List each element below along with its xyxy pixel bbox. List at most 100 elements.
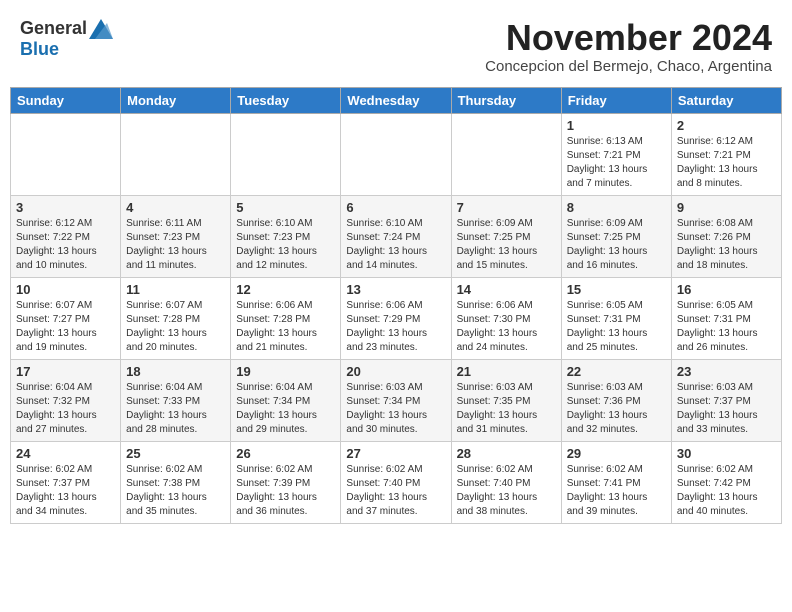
calendar-cell: 23 Sunrise: 6:03 AM Sunset: 7:37 PM Dayli…: [671, 359, 781, 441]
day-info: Sunrise: 6:05 AM Sunset: 7:31 PM Dayligh…: [567, 299, 666, 355]
calendar-cell: 7 Sunrise: 6:09 AM Sunset: 7:25 PM Daylig…: [451, 195, 561, 277]
day-number: 29: [567, 446, 666, 461]
calendar-cell: 10 Sunrise: 6:07 AM Sunset: 7:27 PM Dayli…: [11, 277, 121, 359]
day-info: Sunrise: 6:06 AM Sunset: 7:28 PM Dayligh…: [236, 299, 335, 355]
calendar-cell: 24Sunrise: 6:02 AM Sunset: 7:37 PM Dayli…: [11, 441, 121, 523]
calendar-cell: [341, 113, 451, 195]
calendar-cell: 17 Sunrise: 6:04 AM Sunset: 7:32 PM Dayli…: [11, 359, 121, 441]
calendar-cell: [451, 113, 561, 195]
day-number: 16: [677, 282, 776, 297]
day-number: 17: [16, 364, 115, 379]
calendar-cell: 14 Sunrise: 6:06 AM Sunset: 7:30 PM Dayli…: [451, 277, 561, 359]
day-number: 30: [677, 446, 776, 461]
day-info: Sunrise: 6:04 AM Sunset: 7:33 PM Dayligh…: [126, 381, 225, 437]
header-sunday: Sunday: [11, 87, 121, 113]
day-number: 7: [457, 200, 556, 215]
day-number: 1: [567, 118, 666, 133]
day-info: Sunrise: 6:07 AM Sunset: 7:28 PM Dayligh…: [126, 299, 225, 355]
header-tuesday: Tuesday: [231, 87, 341, 113]
calendar-cell: 9 Sunrise: 6:08 AM Sunset: 7:26 PM Daylig…: [671, 195, 781, 277]
day-info: Sunrise: 6:02 AM Sunset: 7:38 PM Dayligh…: [126, 463, 225, 519]
day-info: Sunrise: 6:06 AM Sunset: 7:30 PM Dayligh…: [457, 299, 556, 355]
month-title: November 2024: [485, 18, 772, 58]
calendar-cell: [231, 113, 341, 195]
calendar-cell: 1 Sunrise: 6:13 AM Sunset: 7:21 PM Daylig…: [561, 113, 671, 195]
header-wednesday: Wednesday: [341, 87, 451, 113]
logo-blue-text: Blue: [20, 39, 59, 60]
header-monday: Monday: [121, 87, 231, 113]
header-thursday: Thursday: [451, 87, 561, 113]
day-info: Sunrise: 6:10 AM Sunset: 7:23 PM Dayligh…: [236, 217, 335, 273]
calendar-week-3: 10 Sunrise: 6:07 AM Sunset: 7:27 PM Dayli…: [11, 277, 782, 359]
calendar-cell: 15Sunrise: 6:05 AM Sunset: 7:31 PM Dayli…: [561, 277, 671, 359]
day-number: 2: [677, 118, 776, 133]
calendar-cell: 25 Sunrise: 6:02 AM Sunset: 7:38 PM Dayli…: [121, 441, 231, 523]
calendar-cell: 3 Sunrise: 6:12 AM Sunset: 7:22 PM Daylig…: [11, 195, 121, 277]
day-info: Sunrise: 6:02 AM Sunset: 7:40 PM Dayligh…: [457, 463, 556, 519]
day-info: Sunrise: 6:11 AM Sunset: 7:23 PM Dayligh…: [126, 217, 225, 273]
day-info: Sunrise: 6:06 AM Sunset: 7:29 PM Dayligh…: [346, 299, 445, 355]
logo: General Blue: [20, 18, 113, 60]
day-info: Sunrise: 6:04 AM Sunset: 7:34 PM Dayligh…: [236, 381, 335, 437]
calendar-cell: 27 Sunrise: 6:02 AM Sunset: 7:40 PM Dayli…: [341, 441, 451, 523]
day-number: 20: [346, 364, 445, 379]
day-number: 8: [567, 200, 666, 215]
calendar-cell: 20Sunrise: 6:03 AM Sunset: 7:34 PM Dayli…: [341, 359, 451, 441]
day-number: 4: [126, 200, 225, 215]
day-info: Sunrise: 6:03 AM Sunset: 7:37 PM Dayligh…: [677, 381, 776, 437]
calendar-cell: [121, 113, 231, 195]
day-info: Sunrise: 6:02 AM Sunset: 7:40 PM Dayligh…: [346, 463, 445, 519]
day-number: 19: [236, 364, 335, 379]
calendar-cell: 4 Sunrise: 6:11 AM Sunset: 7:23 PM Daylig…: [121, 195, 231, 277]
calendar-cell: 6 Sunrise: 6:10 AM Sunset: 7:24 PM Daylig…: [341, 195, 451, 277]
day-number: 22: [567, 364, 666, 379]
day-number: 3: [16, 200, 115, 215]
day-info: Sunrise: 6:03 AM Sunset: 7:35 PM Dayligh…: [457, 381, 556, 437]
day-info: Sunrise: 6:12 AM Sunset: 7:22 PM Dayligh…: [16, 217, 115, 273]
calendar-cell: 12Sunrise: 6:06 AM Sunset: 7:28 PM Dayli…: [231, 277, 341, 359]
calendar-cell: 13 Sunrise: 6:06 AM Sunset: 7:29 PM Dayli…: [341, 277, 451, 359]
day-number: 9: [677, 200, 776, 215]
day-number: 14: [457, 282, 556, 297]
day-info: Sunrise: 6:05 AM Sunset: 7:31 PM Dayligh…: [677, 299, 776, 355]
calendar-header-row: SundayMondayTuesdayWednesdayThursdayFrid…: [11, 87, 782, 113]
day-number: 5: [236, 200, 335, 215]
day-info: Sunrise: 6:10 AM Sunset: 7:24 PM Dayligh…: [346, 217, 445, 273]
day-info: Sunrise: 6:13 AM Sunset: 7:21 PM Dayligh…: [567, 135, 666, 191]
header-friday: Friday: [561, 87, 671, 113]
page-header: General Blue November 2024 Concepcion de…: [10, 10, 782, 83]
calendar-cell: 8Sunrise: 6:09 AM Sunset: 7:25 PM Daylig…: [561, 195, 671, 277]
day-info: Sunrise: 6:08 AM Sunset: 7:26 PM Dayligh…: [677, 217, 776, 273]
calendar-cell: 5 Sunrise: 6:10 AM Sunset: 7:23 PM Daylig…: [231, 195, 341, 277]
calendar-cell: 28Sunrise: 6:02 AM Sunset: 7:40 PM Dayli…: [451, 441, 561, 523]
day-number: 18: [126, 364, 225, 379]
calendar-cell: 22Sunrise: 6:03 AM Sunset: 7:36 PM Dayli…: [561, 359, 671, 441]
calendar-cell: 19 Sunrise: 6:04 AM Sunset: 7:34 PM Dayli…: [231, 359, 341, 441]
day-info: Sunrise: 6:12 AM Sunset: 7:21 PM Dayligh…: [677, 135, 776, 191]
calendar-cell: 26 Sunrise: 6:02 AM Sunset: 7:39 PM Dayli…: [231, 441, 341, 523]
day-number: 25: [126, 446, 225, 461]
day-info: Sunrise: 6:09 AM Sunset: 7:25 PM Dayligh…: [457, 217, 556, 273]
day-number: 13: [346, 282, 445, 297]
calendar-cell: 18 Sunrise: 6:04 AM Sunset: 7:33 PM Dayli…: [121, 359, 231, 441]
day-number: 23: [677, 364, 776, 379]
day-number: 27: [346, 446, 445, 461]
subtitle: Concepcion del Bermejo, Chaco, Argentina: [485, 58, 772, 75]
day-info: Sunrise: 6:07 AM Sunset: 7:27 PM Dayligh…: [16, 299, 115, 355]
day-number: 24: [16, 446, 115, 461]
header-saturday: Saturday: [671, 87, 781, 113]
calendar-cell: 11Sunrise: 6:07 AM Sunset: 7:28 PM Dayli…: [121, 277, 231, 359]
day-info: Sunrise: 6:04 AM Sunset: 7:32 PM Dayligh…: [16, 381, 115, 437]
day-info: Sunrise: 6:02 AM Sunset: 7:41 PM Dayligh…: [567, 463, 666, 519]
day-number: 6: [346, 200, 445, 215]
logo-icon: [89, 19, 113, 39]
day-number: 26: [236, 446, 335, 461]
day-info: Sunrise: 6:02 AM Sunset: 7:39 PM Dayligh…: [236, 463, 335, 519]
day-number: 10: [16, 282, 115, 297]
calendar-cell: 16 Sunrise: 6:05 AM Sunset: 7:31 PM Dayli…: [671, 277, 781, 359]
calendar-week-5: 24Sunrise: 6:02 AM Sunset: 7:37 PM Dayli…: [11, 441, 782, 523]
calendar-week-4: 17 Sunrise: 6:04 AM Sunset: 7:32 PM Dayli…: [11, 359, 782, 441]
calendar-cell: [11, 113, 121, 195]
calendar-cell: 2 Sunrise: 6:12 AM Sunset: 7:21 PM Daylig…: [671, 113, 781, 195]
day-info: Sunrise: 6:02 AM Sunset: 7:42 PM Dayligh…: [677, 463, 776, 519]
